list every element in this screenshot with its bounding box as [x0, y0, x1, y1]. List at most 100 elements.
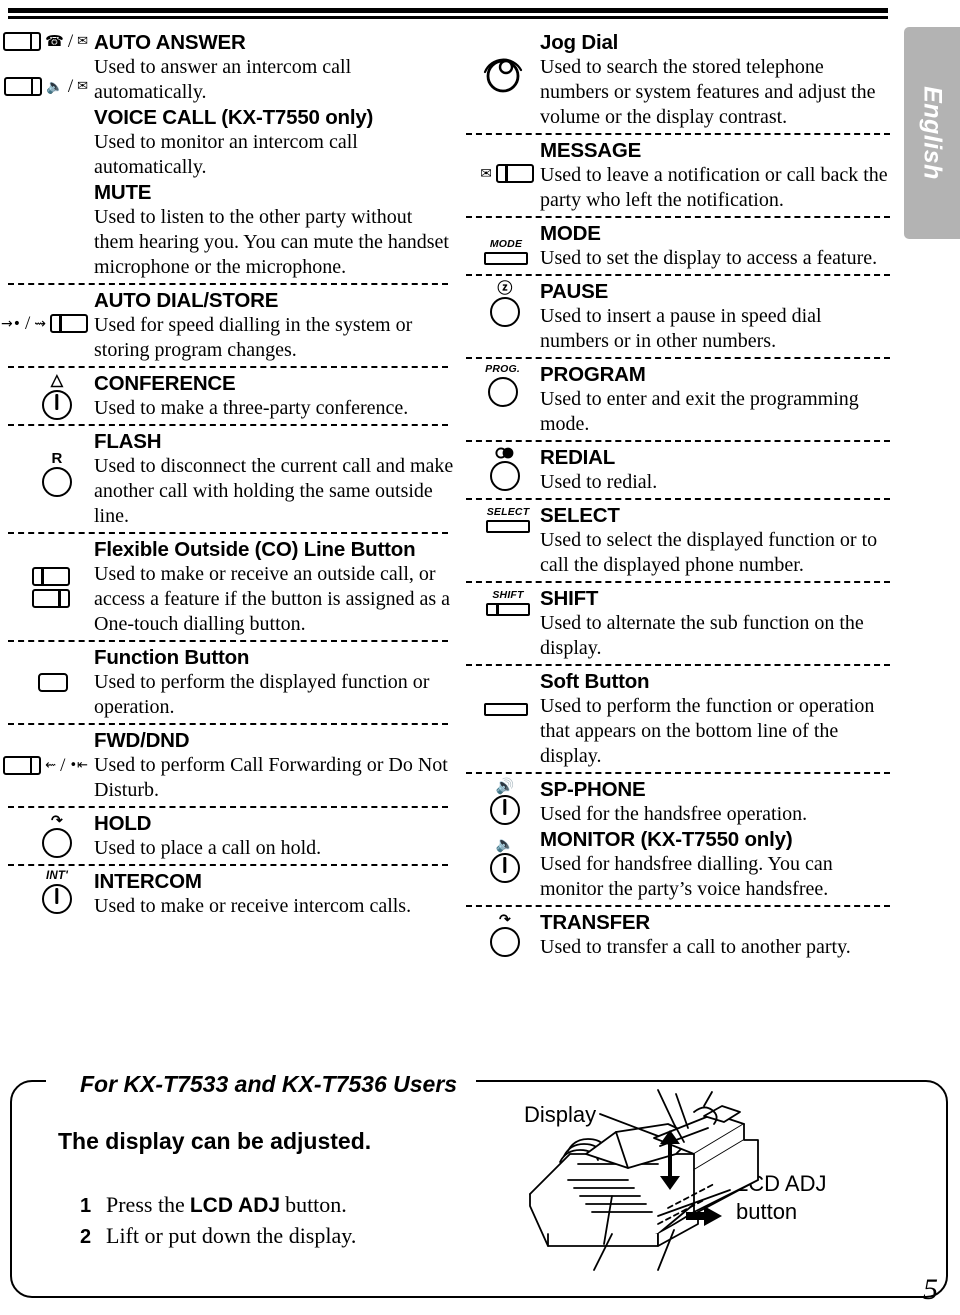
- do-not-disturb-arrow-icon: •⇤: [69, 758, 88, 773]
- step-text-pre: Press the: [106, 1192, 185, 1217]
- entry-hold: ↷ HOLD Used to place a call on hold.: [8, 811, 456, 861]
- mode-caption: MODE: [489, 238, 523, 250]
- term-desc: Used to redial.: [540, 471, 658, 493]
- text-cell: AUTO ANSWER Used to answer an intercom c…: [94, 30, 456, 280]
- entry-sp-phone-monitor: 🔊 🔈 SP-PHONE Used for the handsfree oper…: [466, 777, 890, 902]
- term-title: VOICE CALL (KX-T7550 only): [94, 106, 374, 129]
- text-cell: TRANSFER Used to transfer a call to anot…: [540, 910, 890, 960]
- step-text-pre: Lift or put down the display.: [106, 1222, 357, 1248]
- speaker-keys-icon: 🔊 🔈: [490, 779, 520, 883]
- jog-dial-icon: [480, 52, 526, 94]
- term-title: CONFERENCE: [94, 372, 236, 395]
- slash-separator: /: [67, 31, 74, 52]
- jog-dial-svg: [483, 58, 523, 93]
- entry-function-button: Function Button Used to perform the disp…: [8, 645, 456, 720]
- term-desc: Used to leave a notification or call bac…: [540, 164, 888, 211]
- select-caption: SELECT: [486, 506, 530, 518]
- term-title: PAUSE: [540, 280, 609, 303]
- page-top-rules: [8, 8, 888, 19]
- term-title: REDIAL: [540, 446, 616, 469]
- term-title: FLASH: [94, 430, 162, 453]
- text-cell: AUTO DIAL/STORE Used for speed dialling …: [94, 288, 456, 363]
- round-key-icon: [42, 467, 72, 497]
- round-key-icon: [490, 927, 520, 957]
- pause-key-icon: ⓩ: [490, 281, 520, 327]
- term-title: MONITOR (KX-T7550 only): [540, 828, 793, 851]
- envelope-and-lamp-button-icon: ✉: [480, 164, 534, 183]
- entry-conference: △ CONFERENCE Used to make a three-party …: [8, 371, 456, 421]
- box-title: For KX-T7533 and KX-T7536 Users: [72, 1071, 466, 1098]
- slash-separator: /: [24, 313, 31, 334]
- term-desc: Used to answer an intercom call automati…: [94, 56, 352, 103]
- entry-separator: [466, 133, 890, 135]
- flash-r-key-icon: R: [42, 451, 72, 497]
- entry-redial: REDIAL Used to redial.: [466, 445, 890, 495]
- box-steps: 1 Press the LCD ADJ button. 2 Lift or pu…: [80, 1190, 356, 1252]
- icon-cell: ☎ / ✉ 🔈 / ✉: [3, 30, 94, 96]
- entry-separator: [466, 664, 890, 666]
- icon-cell: ✉: [466, 138, 540, 183]
- entry-transfer: ↷ TRANSFER Used to transfer a call to an…: [466, 910, 890, 960]
- icon-cell: 🔊 🔈: [466, 777, 540, 883]
- flat-button-icon: [484, 251, 528, 265]
- entry-flash: R FLASH Used to disconnect the current c…: [8, 429, 456, 529]
- entry-intercom: INT' INTERCOM Used to make or receive in…: [8, 869, 456, 919]
- entry-flexible-co-line-button: Flexible Outside (CO) Line Button Used t…: [8, 537, 456, 637]
- envelope-icon: ✉: [77, 79, 88, 94]
- entry-separator: [466, 498, 890, 500]
- icon-cell: [466, 30, 540, 94]
- icon-cell: →• / ⇝: [1, 288, 94, 334]
- hold-key-icon: ↷: [42, 813, 72, 858]
- entry-separator: [466, 772, 890, 774]
- term-desc: Used to make a three-party conference.: [94, 397, 409, 419]
- text-cell: FLASH Used to disconnect the current cal…: [94, 429, 456, 529]
- term-desc: Used to perform the displayed function o…: [94, 671, 430, 718]
- entry-separator: [466, 440, 890, 442]
- term-desc: Used to set the display to access a feat…: [540, 247, 878, 269]
- conference-symbol-icon: △: [50, 372, 64, 389]
- term-desc: Used to perform the function or operatio…: [540, 695, 875, 767]
- term-title: Function Button: [94, 646, 250, 669]
- pause-symbol-icon: ⓩ: [497, 280, 513, 297]
- text-cell: SELECT Used to select the displayed func…: [540, 503, 890, 578]
- arrow-to-dot-icon: →•: [0, 315, 21, 332]
- lamp-button-fwd-dnd-icon: ⇜ / •⇤: [3, 756, 88, 775]
- entry-separator: [466, 274, 890, 276]
- speaker-icon: 🔈: [46, 78, 64, 95]
- term-title: FWD/DND: [94, 729, 190, 752]
- envelope-icon: ✉: [77, 34, 88, 49]
- entry-auto-dial-store: →• / ⇝ AUTO DIAL/STORE Used for speed di…: [1, 288, 456, 363]
- lamp-button-icon: [32, 567, 70, 586]
- button-reference-columns: ☎ / ✉ 🔈 / ✉ AUTO ANSWER Used to answer a…: [0, 30, 960, 1050]
- icon-cell: ⓩ: [466, 279, 540, 327]
- text-cell: MODE Used to set the display to access a…: [540, 221, 890, 271]
- flat-button-icon: [486, 602, 530, 616]
- icon-cell: SELECT: [466, 503, 540, 533]
- ringing-handset-icon: ☎: [45, 32, 64, 50]
- forward-arrow-icon: ⇜: [45, 758, 57, 773]
- round-key-icon: [487, 376, 518, 407]
- term-desc: Used to insert a pause in speed dial num…: [540, 305, 822, 352]
- flat-button-icon: [486, 519, 530, 533]
- term-title: Flexible Outside (CO) Line Button: [94, 538, 416, 561]
- select-flat-button-icon: SELECT: [486, 507, 530, 533]
- term-title: SHIFT: [540, 587, 599, 610]
- entry-auto-answer: ☎ / ✉ 🔈 / ✉ AUTO ANSWER Used to answer a…: [3, 30, 456, 280]
- term-desc: Used to search the stored telephone numb…: [540, 56, 876, 128]
- round-key-icon: [490, 853, 520, 883]
- round-key-icon: [490, 461, 520, 491]
- term-desc: Used to alternate the sub function on th…: [540, 612, 864, 659]
- transfer-key-icon: ↷: [490, 912, 520, 957]
- redial-symbol-svg: [495, 447, 514, 459]
- step-number: 2: [80, 1225, 92, 1248]
- text-cell: Soft Button Used to perform the function…: [540, 669, 890, 769]
- text-cell: SP-PHONE Used for the handsfree operatio…: [540, 777, 890, 902]
- kx-t7533-7536-users-box: For KX-T7533 and KX-T7536 Users The disp…: [10, 1062, 950, 1300]
- dotted-arrow-icon: ⇝: [34, 315, 46, 332]
- speaker-icon: 🔈: [495, 836, 515, 853]
- icon-cell: ⇜ / •⇤: [3, 728, 94, 775]
- speaker-on-icon: 🔊: [495, 778, 515, 795]
- lamp-button-icon: [50, 314, 88, 333]
- lamp-button-speaker-and-envelope-icon: 🔈 / ✉: [4, 77, 88, 96]
- term-desc: Used to perform Call Forwarding or Do No…: [94, 754, 448, 801]
